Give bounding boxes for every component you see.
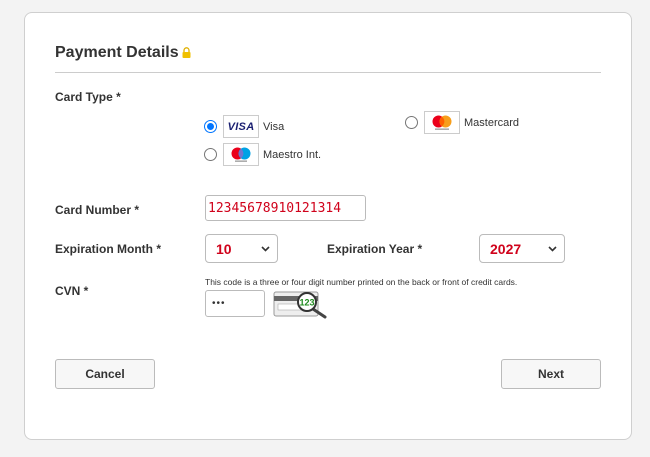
card-number-label: Card Number * (55, 203, 140, 217)
cvn-label: CVN * (55, 284, 89, 298)
next-button[interactable]: Next (501, 359, 601, 389)
expiration-year-value: 2027 (490, 240, 522, 257)
expiration-year-label: Expiration Year * (327, 242, 423, 256)
mastercard-label: Mastercard (464, 116, 520, 129)
cvn-help-text: This code is a three or four digit numbe… (205, 277, 518, 287)
visa-logo-icon: VISA (223, 115, 259, 138)
expiration-month-label: Expiration Month * (55, 242, 161, 256)
title-divider (55, 72, 601, 73)
maestro-label: Maestro Int. (263, 148, 322, 161)
visa-radio[interactable] (204, 120, 217, 133)
cvn-hint-digits: 123 (299, 298, 314, 308)
card-type-option-mastercard[interactable]: Mastercard (405, 111, 519, 134)
card-type-option-visa[interactable]: VISA Visa (204, 115, 284, 138)
card-number-input[interactable]: 12345678910121314 (205, 195, 366, 221)
cancel-button[interactable]: Cancel (55, 359, 155, 389)
maestro-logo-icon (223, 143, 259, 166)
expiration-year-select[interactable]: 2027 (479, 234, 565, 263)
expiration-month-value: 10 (216, 240, 232, 257)
mastercard-logo-icon (424, 111, 460, 134)
chevron-down-icon (548, 245, 557, 252)
page-title: Payment Details (55, 43, 191, 63)
card-type-option-maestro[interactable]: Maestro Int. (204, 143, 321, 166)
cvn-hint-image: 123 (273, 289, 329, 324)
payment-card: Payment Details Card Type * VISA Visa Ma… (24, 12, 632, 440)
page-title-text: Payment Details (55, 44, 179, 61)
visa-label: Visa (263, 120, 285, 133)
lock-icon (182, 45, 191, 63)
mastercard-radio[interactable] (405, 116, 418, 129)
maestro-radio[interactable] (204, 148, 217, 161)
cvn-input[interactable]: ••• (205, 290, 265, 317)
expiration-month-select[interactable]: 10 (205, 234, 278, 263)
chevron-down-icon (261, 245, 270, 252)
card-type-label: Card Type * (55, 90, 121, 104)
